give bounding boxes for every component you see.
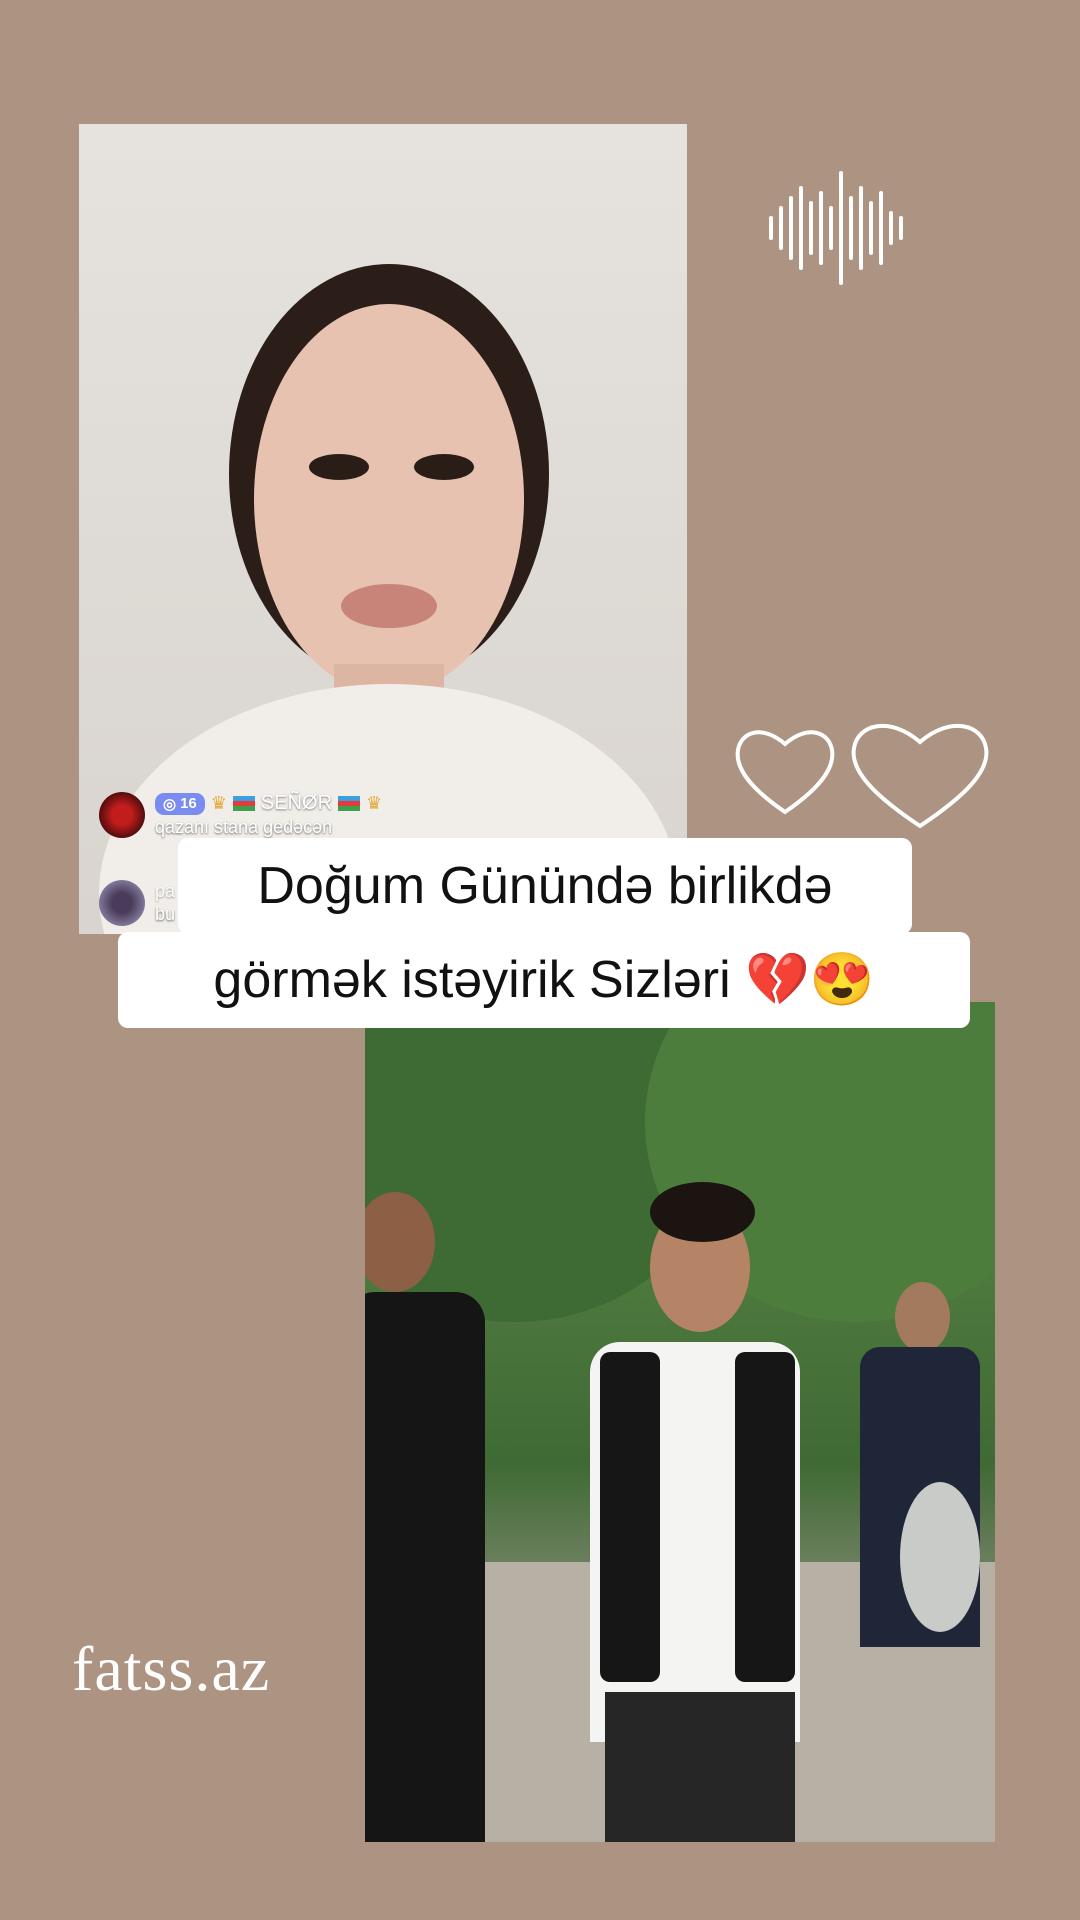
caption-line-1: Doğum Günündə birlikdə xyxy=(178,838,912,934)
pants xyxy=(605,1692,795,1842)
eye-right xyxy=(414,454,474,480)
hair-shape xyxy=(650,1182,755,1242)
lips xyxy=(341,584,437,628)
crown-icon: ♛ xyxy=(366,793,383,813)
hearts-outline-icon xyxy=(735,723,989,829)
level-badge: ◎ 16 xyxy=(155,792,205,815)
street-video-photo xyxy=(365,1002,995,1842)
flag-icon xyxy=(338,796,361,811)
live-stream-photo: ◎ 16 ♛ SEÑØR ♛ qazanı stana gedəcən pa b… xyxy=(79,124,687,934)
crown-icon: ♛ xyxy=(210,793,227,813)
person-head xyxy=(895,1282,950,1352)
bag xyxy=(900,1482,980,1632)
face-shape xyxy=(254,304,524,694)
eye-left xyxy=(309,454,369,480)
vest xyxy=(735,1352,795,1682)
vest xyxy=(600,1352,660,1682)
commenter-name: SEÑØR xyxy=(260,792,333,814)
comment-text: bu xyxy=(155,904,176,924)
target-icon: ◎ xyxy=(163,795,177,813)
commenter-avatar[interactable] xyxy=(99,792,145,838)
comment-text: qazanı stana gedəcən xyxy=(155,817,333,837)
caption-line-2: görmək istəyirik Sizləri 💔😍 xyxy=(118,932,970,1028)
person-body xyxy=(365,1292,485,1842)
sound-wave-icon xyxy=(769,171,903,285)
live-comment: ◎ 16 ♛ SEÑØR ♛ qazanı stana gedəcən xyxy=(99,792,382,838)
commenter-avatar[interactable] xyxy=(99,880,145,926)
watermark-text: fatss.az xyxy=(72,1633,271,1704)
live-comment: pa bu xyxy=(99,880,175,926)
flag-icon xyxy=(232,796,255,811)
commenter-name: pa xyxy=(155,881,176,901)
